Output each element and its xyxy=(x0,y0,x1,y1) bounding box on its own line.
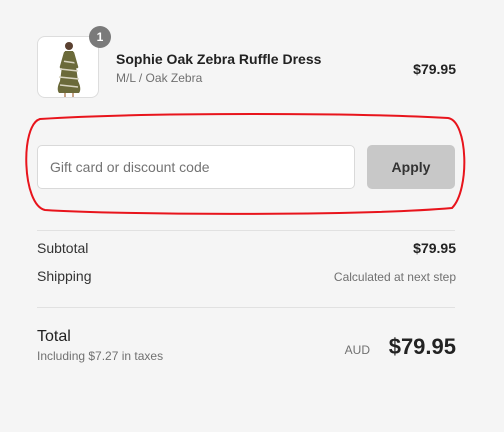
subtotal-value: $79.95 xyxy=(413,240,456,256)
currency-code: AUD xyxy=(344,343,370,357)
divider xyxy=(37,307,455,308)
shipping-value: Calculated at next step xyxy=(333,270,456,284)
dress-photo-icon xyxy=(57,42,81,97)
product-name: Sophie Oak Zebra Ruffle Dress xyxy=(116,51,322,67)
total-label: Total xyxy=(37,328,71,345)
divider xyxy=(37,230,455,231)
product-thumbnail xyxy=(37,36,99,98)
apply-button[interactable]: Apply xyxy=(367,145,455,189)
product-price: $79.95 xyxy=(413,61,456,77)
shipping-label: Shipping xyxy=(37,268,92,284)
product-variant: M/L / Oak Zebra xyxy=(116,71,203,85)
discount-code-input[interactable] xyxy=(37,145,355,189)
total-amount: $79.95 xyxy=(388,334,456,359)
tax-note: Including $7.27 in taxes xyxy=(37,349,164,363)
quantity-badge: 1 xyxy=(89,26,111,48)
subtotal-label: Subtotal xyxy=(37,240,89,256)
